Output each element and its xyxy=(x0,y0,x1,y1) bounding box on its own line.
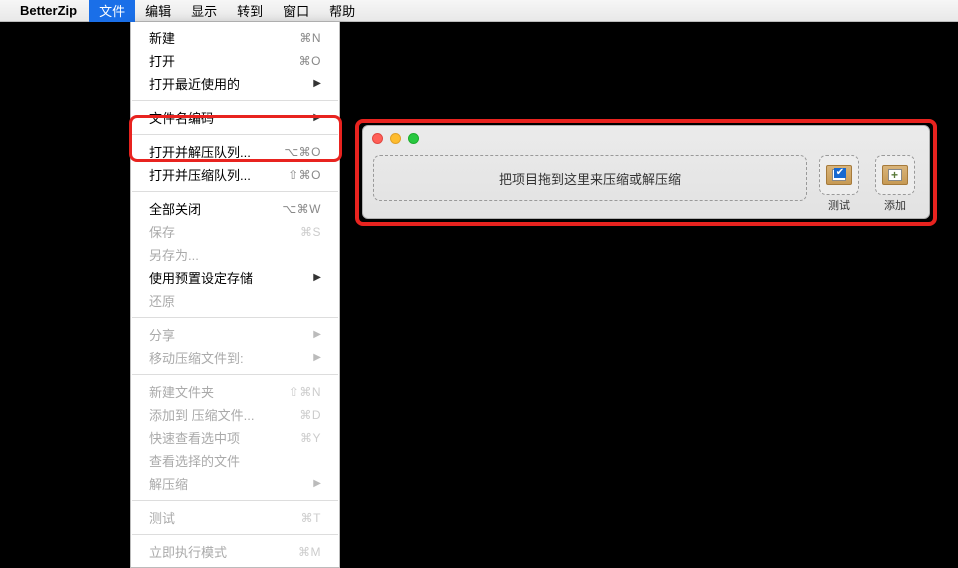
menu-extract: 解压缩▶ xyxy=(131,472,339,495)
menu-label: 新建文件夹 xyxy=(149,382,289,401)
menu-label: 新建 xyxy=(149,28,299,47)
chevron-right-icon: ▶ xyxy=(313,272,321,283)
menu-share: 分享▶ xyxy=(131,323,339,346)
menu-immediate-mode: 立即执行模式⌘M xyxy=(131,540,339,563)
menu-new-folder: 新建文件夹⇧⌘N xyxy=(131,380,339,403)
menu-separator xyxy=(132,191,338,192)
test-label: 测试 xyxy=(828,197,850,213)
add-tool[interactable]: 添加 xyxy=(871,155,919,213)
menu-label: 立即执行模式 xyxy=(149,542,298,561)
menu-filename-encoding[interactable]: 文件名编码▶ xyxy=(131,106,339,129)
menu-label: 测试 xyxy=(149,508,301,527)
queue-window: 把项目拖到这里来压缩或解压缩 测试 添加 xyxy=(362,125,930,219)
menu-shortcut: ⇧⌘O xyxy=(288,168,321,182)
menu-save: 保存⌘S xyxy=(131,220,339,243)
menu-label: 打开并解压队列... xyxy=(149,142,284,161)
test-tool[interactable]: 测试 xyxy=(815,155,863,213)
menu-label: 打开 xyxy=(149,51,299,70)
menu-separator xyxy=(132,134,338,135)
menu-window[interactable]: 窗口 xyxy=(273,0,319,22)
drop-zone[interactable]: 把项目拖到这里来压缩或解压缩 xyxy=(373,155,807,201)
menu-go[interactable]: 转到 xyxy=(227,0,273,22)
menu-shortcut: ⌘M xyxy=(298,545,321,559)
menu-label: 打开并压缩队列... xyxy=(149,165,288,184)
menu-label: 移动压缩文件到: xyxy=(149,348,313,367)
menu-label: 另存为... xyxy=(149,245,321,264)
menu-open-recent[interactable]: 打开最近使用的▶ xyxy=(131,72,339,95)
chevron-right-icon: ▶ xyxy=(313,78,321,89)
menu-shortcut: ⌘Y xyxy=(300,431,321,445)
menu-label: 文件名编码 xyxy=(149,108,313,127)
menu-shortcut: ⌘D xyxy=(299,408,321,422)
zoom-button[interactable] xyxy=(408,133,419,144)
menu-label: 解压缩 xyxy=(149,474,313,493)
menu-move-archive-to: 移动压缩文件到:▶ xyxy=(131,346,339,369)
menubar: BetterZip 文件 编辑 显示 转到 窗口 帮助 xyxy=(0,0,958,22)
file-menu-dropdown: 新建⌘N 打开⌘O 打开最近使用的▶ 文件名编码▶ 打开并解压队列...⌥⌘O … xyxy=(130,22,340,568)
menu-quicklook: 快速查看选中项⌘Y xyxy=(131,426,339,449)
menu-revert: 还原 xyxy=(131,289,339,312)
menu-label: 保存 xyxy=(149,222,300,241)
menu-shortcut: ⌥⌘O xyxy=(284,145,321,159)
menu-label: 查看选择的文件 xyxy=(149,451,321,470)
menu-view[interactable]: 显示 xyxy=(181,0,227,22)
menu-save-with-preset[interactable]: 使用预置设定存储▶ xyxy=(131,266,339,289)
menu-view-selected: 查看选择的文件 xyxy=(131,449,339,472)
menu-label: 全部关闭 xyxy=(149,199,282,218)
add-label: 添加 xyxy=(884,197,906,213)
menu-shortcut: ⌘S xyxy=(300,225,321,239)
close-button[interactable] xyxy=(372,133,383,144)
menu-separator xyxy=(132,374,338,375)
chevron-right-icon: ▶ xyxy=(313,478,321,489)
menu-separator xyxy=(132,317,338,318)
menu-test: 测试⌘T xyxy=(131,506,339,529)
menu-file[interactable]: 文件 xyxy=(89,0,135,22)
minimize-button[interactable] xyxy=(390,133,401,144)
chevron-right-icon: ▶ xyxy=(313,329,321,340)
menu-help[interactable]: 帮助 xyxy=(319,0,365,22)
menu-label: 打开最近使用的 xyxy=(149,74,313,93)
menu-shortcut: ⌘N xyxy=(299,31,321,45)
menu-label: 还原 xyxy=(149,291,321,310)
app-name[interactable]: BetterZip xyxy=(20,3,77,18)
chevron-right-icon: ▶ xyxy=(313,112,321,123)
menu-shortcut: ⌘T xyxy=(301,511,321,525)
menu-new[interactable]: 新建⌘N xyxy=(131,26,339,49)
window-body: 把项目拖到这里来压缩或解压缩 测试 添加 xyxy=(363,151,929,221)
menu-open[interactable]: 打开⌘O xyxy=(131,49,339,72)
menu-separator xyxy=(132,534,338,535)
test-icon xyxy=(819,155,859,195)
add-icon xyxy=(875,155,915,195)
menu-close-all[interactable]: 全部关闭⌥⌘W xyxy=(131,197,339,220)
drop-zone-label: 把项目拖到这里来压缩或解压缩 xyxy=(499,169,681,188)
window-controls xyxy=(363,126,929,151)
menu-save-as: 另存为... xyxy=(131,243,339,266)
menu-edit[interactable]: 编辑 xyxy=(135,0,181,22)
menu-shortcut: ⌥⌘W xyxy=(282,202,321,216)
menu-open-compress-queue[interactable]: 打开并压缩队列...⇧⌘O xyxy=(131,163,339,186)
menu-shortcut: ⇧⌘N xyxy=(289,385,321,399)
menu-label: 快速查看选中项 xyxy=(149,428,300,447)
menu-add-to-archive: 添加到 压缩文件...⌘D xyxy=(131,403,339,426)
menu-label: 添加到 压缩文件... xyxy=(149,405,299,424)
menu-label: 使用预置设定存储 xyxy=(149,268,313,287)
menu-separator xyxy=(132,500,338,501)
menu-open-extract-queue[interactable]: 打开并解压队列...⌥⌘O xyxy=(131,140,339,163)
menu-shortcut: ⌘O xyxy=(299,54,321,68)
menu-label: 分享 xyxy=(149,325,313,344)
menu-separator xyxy=(132,100,338,101)
chevron-right-icon: ▶ xyxy=(313,352,321,363)
